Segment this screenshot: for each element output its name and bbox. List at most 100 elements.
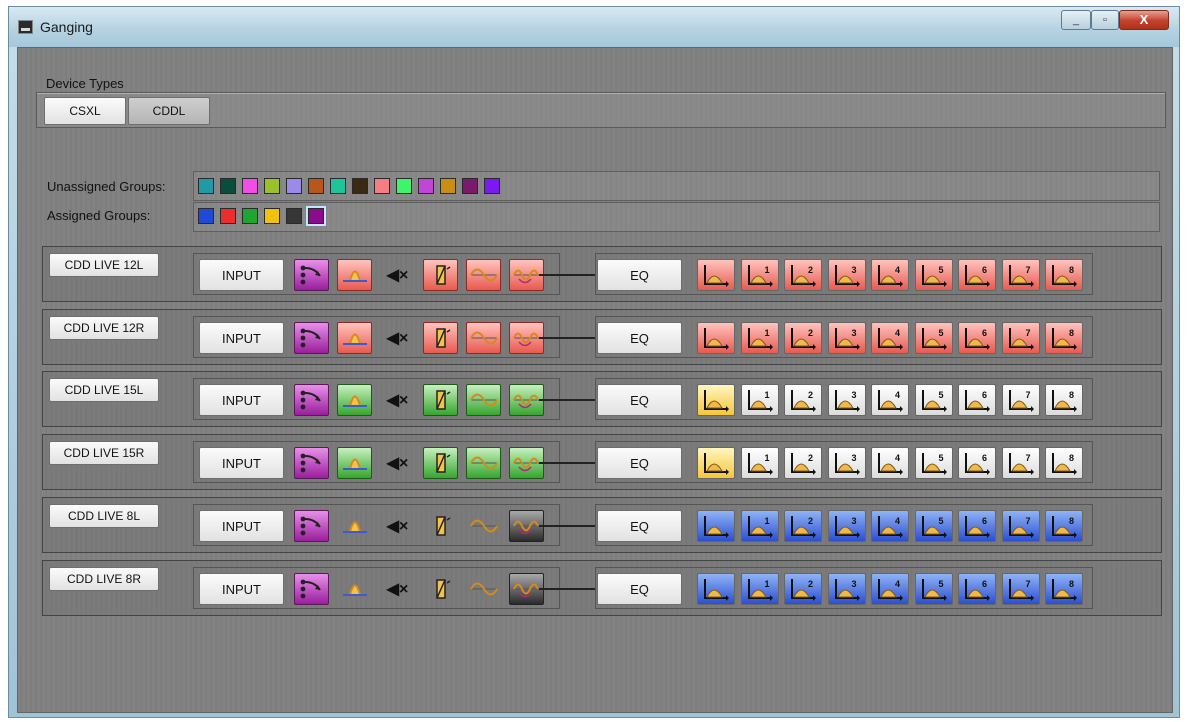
eq-band-icon[interactable] — [697, 573, 735, 605]
unassigned-group-swatch[interactable] — [242, 178, 258, 194]
eq-band-icon[interactable]: 7 — [1001, 259, 1040, 291]
eq-band-icon[interactable]: 8 — [1045, 573, 1083, 605]
eq-band-icon[interactable]: 4 — [871, 573, 909, 605]
eq-band-icon[interactable] — [697, 510, 735, 542]
unassigned-group-swatch[interactable] — [330, 178, 346, 194]
routing-icon[interactable] — [294, 573, 329, 605]
eq-band-icon[interactable]: 4 — [871, 259, 909, 291]
eq-band-icon[interactable]: 4 — [871, 322, 909, 354]
eq-button[interactable]: EQ — [597, 447, 682, 479]
mute-icon[interactable]: ◀× — [380, 384, 415, 416]
eq-band-icon[interactable]: 2 — [784, 573, 822, 605]
eq-band-icon[interactable] — [697, 447, 735, 479]
unassigned-group-swatch[interactable] — [308, 178, 324, 194]
eq-band-icon[interactable]: 5 — [914, 447, 953, 479]
eq-band-icon[interactable]: 6 — [958, 259, 996, 291]
eq-button[interactable]: EQ — [597, 259, 682, 291]
mute-icon[interactable]: ◀× — [380, 510, 415, 542]
eq-band-icon[interactable]: 1 — [740, 322, 779, 354]
unassigned-group-swatch[interactable] — [462, 178, 478, 194]
unassigned-group-swatch[interactable] — [352, 178, 368, 194]
eq-band-icon[interactable]: 3 — [827, 322, 866, 354]
delay-peak-icon[interactable] — [337, 447, 372, 479]
eq-band-icon[interactable]: 5 — [914, 384, 953, 416]
unassigned-group-swatch[interactable] — [198, 178, 214, 194]
mute-icon[interactable]: ◀× — [380, 259, 415, 291]
routing-icon[interactable] — [294, 259, 329, 291]
eq-band-icon[interactable]: 3 — [827, 384, 866, 416]
sine-icon[interactable] — [466, 259, 501, 291]
assigned-group-swatch[interactable] — [264, 208, 280, 224]
eq-band-icon[interactable]: 8 — [1045, 384, 1083, 416]
eq-button[interactable]: EQ — [597, 322, 682, 354]
sine-icon[interactable] — [466, 447, 501, 479]
eq-band-icon[interactable]: 3 — [827, 573, 866, 605]
device-name-button[interactable]: CDD LIVE 8L — [49, 504, 159, 528]
eq-band-icon[interactable] — [697, 384, 735, 416]
eq-band-icon[interactable]: 8 — [1045, 259, 1083, 291]
minimize-button[interactable]: _ — [1061, 10, 1091, 30]
input-button[interactable]: INPUT — [199, 259, 284, 291]
sine-icon[interactable] — [466, 322, 501, 354]
eq-band-icon[interactable]: 1 — [740, 573, 779, 605]
routing-icon[interactable] — [294, 510, 329, 542]
assigned-group-swatch[interactable] — [308, 208, 324, 224]
delay-peak-icon[interactable] — [337, 384, 372, 416]
eq-band-icon[interactable]: 8 — [1045, 447, 1083, 479]
sine-icon[interactable] — [466, 573, 501, 605]
device-name-button[interactable]: CDD LIVE 12R — [49, 316, 159, 340]
eq-band-icon[interactable]: 7 — [1001, 322, 1040, 354]
eq-band-icon[interactable]: 5 — [914, 322, 953, 354]
eq-band-icon[interactable]: 5 — [914, 510, 953, 542]
eq-band-icon[interactable]: 1 — [740, 510, 779, 542]
sine-icon[interactable] — [466, 510, 501, 542]
unassigned-group-swatch[interactable] — [220, 178, 236, 194]
eq-band-icon[interactable]: 1 — [740, 259, 779, 291]
eq-band-icon[interactable]: 6 — [958, 447, 996, 479]
eq-band-icon[interactable]: 2 — [784, 259, 822, 291]
eq-band-icon[interactable]: 1 — [740, 384, 779, 416]
polarity-icon[interactable] — [423, 259, 458, 291]
eq-band-icon[interactable]: 7 — [1001, 447, 1040, 479]
device-name-button[interactable]: CDD LIVE 8R — [49, 567, 159, 591]
eq-band-icon[interactable]: 6 — [958, 384, 996, 416]
routing-icon[interactable] — [294, 322, 329, 354]
mute-icon[interactable]: ◀× — [380, 573, 415, 605]
mute-icon[interactable]: ◀× — [380, 447, 415, 479]
unassigned-group-swatch[interactable] — [286, 178, 302, 194]
eq-button[interactable]: EQ — [597, 384, 682, 416]
eq-band-icon[interactable]: 2 — [784, 322, 822, 354]
polarity-icon[interactable] — [423, 322, 458, 354]
eq-band-icon[interactable]: 3 — [827, 447, 866, 479]
device-type-csxl-button[interactable]: CSXL — [44, 97, 126, 125]
eq-band-icon[interactable]: 7 — [1001, 573, 1040, 605]
delay-peak-icon[interactable] — [337, 322, 372, 354]
eq-band-icon[interactable]: 8 — [1045, 510, 1083, 542]
eq-band-icon[interactable]: 8 — [1045, 322, 1083, 354]
eq-band-icon[interactable]: 2 — [784, 384, 822, 416]
device-name-button[interactable]: CDD LIVE 15R — [49, 441, 159, 465]
eq-band-icon[interactable] — [697, 322, 735, 354]
eq-band-icon[interactable]: 2 — [784, 510, 822, 542]
assigned-group-swatch[interactable] — [220, 208, 236, 224]
eq-band-icon[interactable]: 6 — [958, 322, 996, 354]
unassigned-group-swatch[interactable] — [374, 178, 390, 194]
delay-peak-icon[interactable] — [337, 573, 372, 605]
polarity-icon[interactable] — [423, 510, 458, 542]
polarity-icon[interactable] — [423, 447, 458, 479]
eq-band-icon[interactable]: 5 — [914, 573, 953, 605]
input-button[interactable]: INPUT — [199, 384, 284, 416]
unassigned-group-swatch[interactable] — [440, 178, 456, 194]
eq-band-icon[interactable]: 1 — [740, 447, 779, 479]
delay-peak-icon[interactable] — [337, 510, 372, 542]
unassigned-group-swatch[interactable] — [396, 178, 412, 194]
eq-band-icon[interactable]: 4 — [871, 384, 909, 416]
routing-icon[interactable] — [294, 384, 329, 416]
eq-band-icon[interactable]: 4 — [871, 447, 909, 479]
assigned-group-swatch[interactable] — [286, 208, 302, 224]
input-button[interactable]: INPUT — [199, 322, 284, 354]
device-name-button[interactable]: CDD LIVE 15L — [49, 378, 159, 402]
polarity-icon[interactable] — [423, 384, 458, 416]
close-button[interactable]: X — [1119, 10, 1169, 30]
routing-icon[interactable] — [294, 447, 329, 479]
